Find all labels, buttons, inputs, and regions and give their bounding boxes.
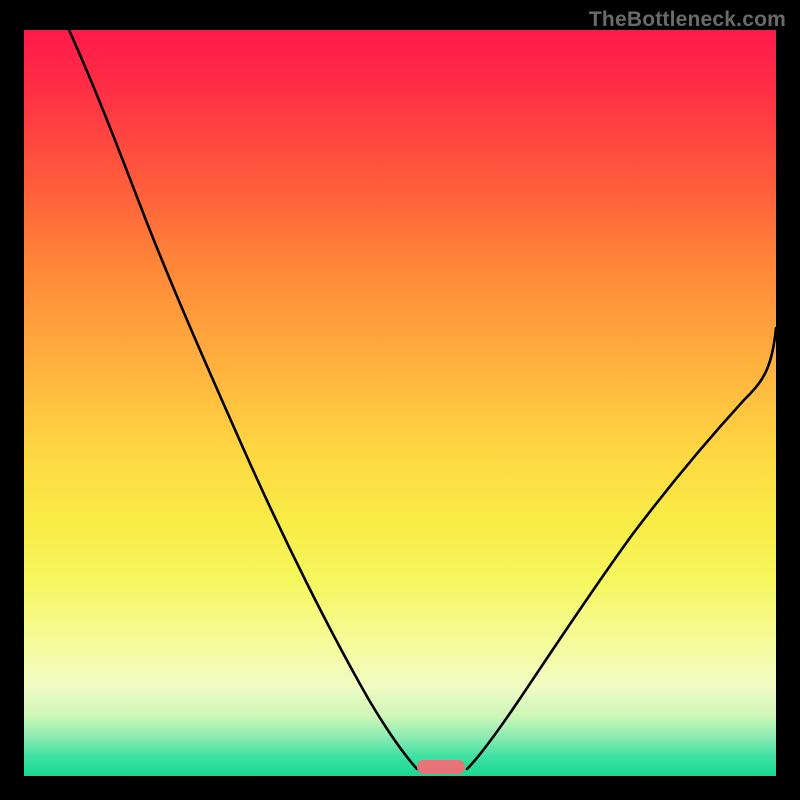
chart-container: TheBottleneck.com [0, 0, 800, 800]
curve-left-branch [69, 30, 417, 769]
curve-svg [24, 30, 776, 776]
curve-right-branch [467, 328, 776, 769]
plot-area [24, 30, 776, 776]
watermark-text: TheBottleneck.com [589, 8, 786, 32]
minimum-marker [417, 760, 465, 774]
